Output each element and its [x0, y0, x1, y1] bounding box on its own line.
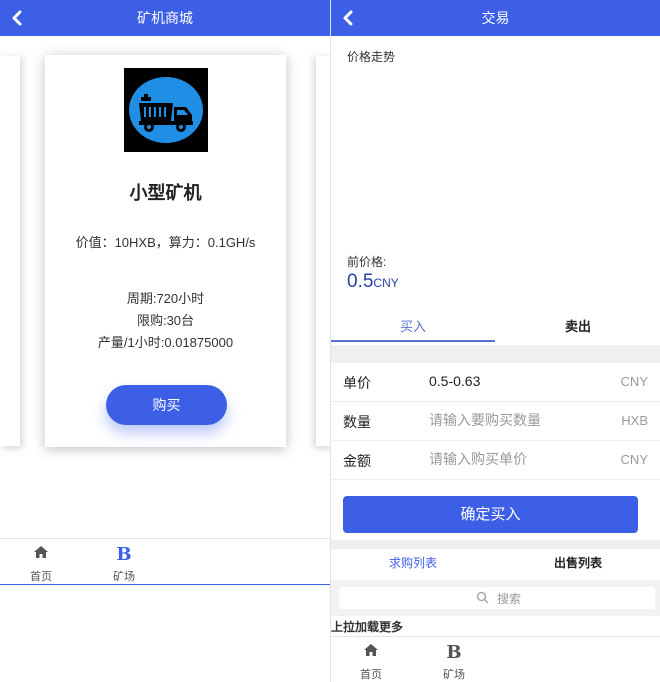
tab-sell[interactable]: 卖出	[496, 314, 660, 340]
miner-name: 小型矿机	[129, 183, 202, 203]
miner-purchase-limit: 限购:30台	[136, 313, 195, 328]
tab-buy-orders[interactable]: 求购列表	[331, 549, 495, 577]
current-price-unit: CNY	[373, 276, 399, 290]
price-label: 单价	[343, 375, 371, 391]
miner-image	[124, 68, 208, 152]
search-area: 搜索	[331, 580, 660, 616]
page-title: 矿机商城	[137, 10, 193, 26]
trade-tabs: 买入 卖出	[331, 314, 660, 344]
previous-card-edge[interactable]	[0, 56, 20, 446]
miner-card: 小型矿机 价值：10HXB，算力：0.1GH/s 周期:720小时 限购:30台…	[45, 55, 286, 447]
search-input[interactable]: 搜索	[339, 587, 655, 609]
tab-mine-label: 矿场	[443, 669, 465, 681]
home-icon-wrap	[341, 643, 401, 665]
quantity-unit: HXB	[621, 413, 648, 428]
amount-unit: CNY	[620, 452, 648, 467]
home-icon	[34, 546, 48, 558]
buy-button[interactable]: 购买	[106, 385, 227, 425]
tab-sell-orders[interactable]: 出售列表	[496, 549, 660, 577]
tab-home[interactable]: 首页	[341, 637, 401, 682]
tab-mine[interactable]: B 矿场	[94, 539, 154, 584]
tab-home-label: 首页	[360, 669, 382, 681]
current-price-value: 0.5	[347, 271, 374, 292]
header-bar: 交易	[331, 0, 660, 36]
back-button[interactable]	[339, 0, 361, 36]
b-letter-icon: B	[116, 544, 132, 565]
current-price: 0.5CNY	[347, 271, 399, 293]
miner-period: 周期:720小时	[126, 291, 205, 306]
search-placeholder: 搜索	[497, 592, 522, 606]
quantity-label: 数量	[343, 414, 371, 430]
tab-mine-label: 矿场	[113, 571, 135, 583]
section-gap	[331, 345, 660, 363]
b-letter-icon: B	[446, 642, 462, 663]
miner-value-hashrate: 价值：10HXB，算力：0.1GH/s	[75, 235, 256, 250]
bottom-tab-bar: 首页 B 矿场	[331, 636, 660, 682]
miner-hourly-output: 产量/1小时:0.01875000	[97, 335, 234, 350]
price-unit: CNY	[620, 374, 648, 389]
quantity-input[interactable]	[429, 407, 609, 433]
home-icon-wrap	[11, 545, 71, 567]
accent-line	[0, 584, 330, 585]
back-arrow-icon	[12, 10, 22, 26]
tab-home-label: 首页	[30, 571, 52, 583]
back-arrow-icon	[343, 10, 353, 26]
back-button[interactable]	[8, 0, 30, 36]
load-more-hint: 上拉加载更多	[331, 620, 404, 634]
section-gap	[331, 540, 660, 549]
header-bar: 矿机商城	[0, 0, 330, 36]
amount-row: 金额 CNY	[331, 441, 660, 480]
bottom-tab-bar: 首页 B 矿场	[0, 538, 330, 585]
next-card-edge[interactable]	[316, 56, 330, 446]
tab-mine[interactable]: B 矿场	[424, 637, 484, 682]
page-title: 交易	[481, 10, 510, 26]
list-tabs: 求购列表 出售列表	[331, 549, 660, 579]
search-icon	[476, 591, 489, 604]
trade-screen: 交易 价格走势 前价格: 0.5CNY 买入 卖出 单价 CNY 数量 HXB …	[331, 0, 660, 682]
tab-home[interactable]: 首页	[11, 539, 71, 584]
amount-label: 金额	[343, 453, 371, 469]
tab-buy[interactable]: 买入	[331, 314, 495, 342]
price-trend-label: 价格走势	[347, 50, 396, 64]
mining-shop-screen: 矿机商城 小型矿机 价值：10HXB，算力：0.1GH/s 周期:720小时 限…	[0, 0, 330, 682]
home-icon	[364, 644, 378, 656]
dump-truck-icon	[129, 77, 203, 143]
price-input[interactable]	[429, 368, 609, 394]
quantity-row: 数量 HXB	[331, 402, 660, 441]
amount-input[interactable]	[429, 446, 609, 472]
confirm-buy-button[interactable]: 确定买入	[343, 496, 638, 533]
current-price-label: 前价格:	[347, 255, 387, 269]
price-row: 单价 CNY	[331, 363, 660, 402]
